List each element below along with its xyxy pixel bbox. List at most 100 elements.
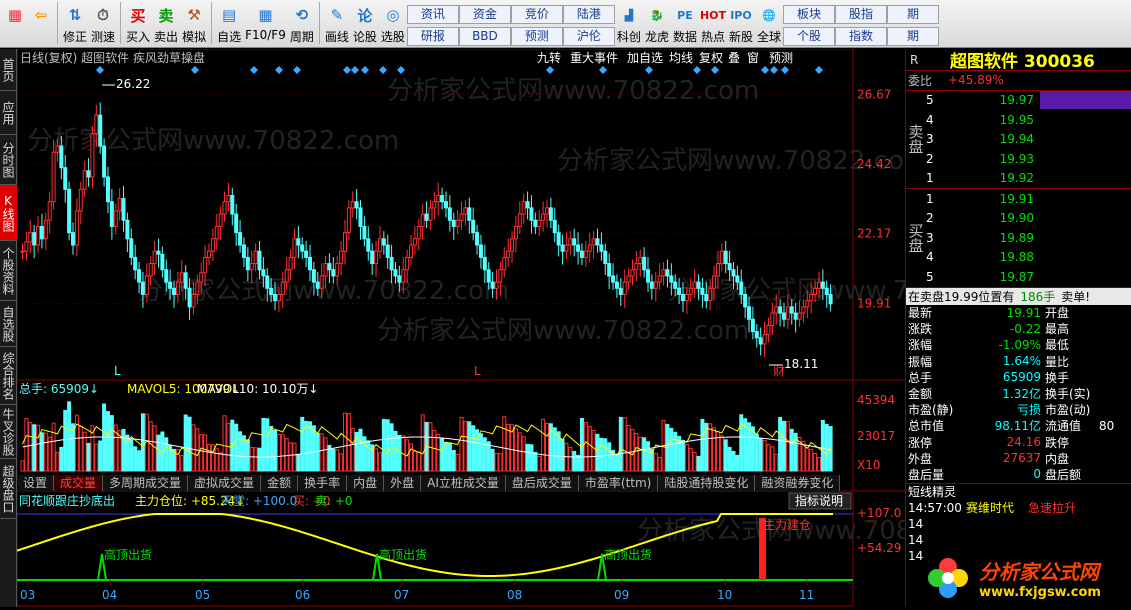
volume-bar: [805, 444, 810, 472]
sidebar-item-4[interactable]: 个股资料: [0, 241, 17, 301]
indicator-tab[interactable]: 外盘: [384, 475, 422, 491]
sidebar-item-6[interactable]: 综合排名: [0, 347, 17, 405]
volume-bar: [692, 451, 697, 472]
candle-body: [510, 238, 515, 252]
indicator-tab[interactable]: 市盈率(ttm): [578, 475, 659, 491]
candle-body: [366, 238, 371, 252]
small-button[interactable]: 研报: [406, 27, 459, 46]
toolbar-button-12[interactable]: ◎ 选股: [379, 2, 407, 46]
toolbar2-button-2[interactable]: PE 数据: [671, 2, 699, 46]
toolbar-button-8[interactable]: ▦ F10/F9: [243, 2, 288, 46]
site-logo: 分析家公式网 www.fxjgsw.com: [923, 548, 1131, 607]
sell-row[interactable]: 2 19.93: [926, 149, 1131, 169]
indicator-tab[interactable]: 多周期成交量: [103, 475, 189, 491]
sell-row[interactable]: 3 19.94: [926, 130, 1131, 150]
toolbar-button-3[interactable]: ⏱ 测速: [89, 2, 117, 46]
indicator-tab[interactable]: 金额: [261, 475, 299, 491]
small-button[interactable]: 沪伦: [562, 27, 615, 46]
volume-bar: [447, 442, 452, 472]
candle-body: [801, 306, 806, 314]
candle-body: [385, 244, 390, 258]
small-button[interactable]: 竞价: [510, 5, 563, 24]
indicator-tab[interactable]: 虚拟成交量: [188, 475, 262, 491]
small-button[interactable]: 期: [887, 5, 940, 24]
buy-row[interactable]: 4 19.88: [926, 248, 1131, 268]
volume-bar: [253, 447, 258, 472]
toolbar2-button-4[interactable]: IPO 新股: [727, 2, 755, 46]
sidebar-item-5[interactable]: 自选股: [0, 301, 17, 347]
stat-cell: 市盈(动): [1045, 403, 1091, 418]
event-row[interactable]: 14: [908, 516, 1131, 532]
indicator-tab[interactable]: 内盘: [347, 475, 385, 491]
sidebar-item-3[interactable]: K线图: [0, 185, 17, 241]
volume-bar: [304, 420, 309, 472]
toolbar-button-5[interactable]: 卖卖出: [152, 2, 180, 46]
vol-tick: X10: [857, 458, 881, 472]
toolbar-button-4[interactable]: 买买入: [124, 2, 152, 46]
small-button[interactable]: 板块: [783, 5, 836, 24]
indicator-tab[interactable]: 陆股通持股变化: [658, 475, 756, 491]
toolbar-button-7[interactable]: ▤ 自选: [215, 2, 243, 46]
period-icon: ⟲: [295, 6, 309, 24]
toolbar2-button-3[interactable]: HOT 热点: [699, 2, 727, 46]
indicator-tab[interactable]: 成交量: [54, 475, 104, 491]
indicator-tab[interactable]: AI立桩成交量: [421, 475, 506, 491]
candle-body: [381, 238, 386, 246]
buy-row[interactable]: 3 19.89: [926, 228, 1131, 248]
indicator-tab[interactable]: 换手率: [298, 475, 348, 491]
sell-row[interactable]: 1 19.92: [926, 169, 1131, 189]
stat-cell: 1.64%: [1002, 354, 1041, 369]
sidebar-item-8[interactable]: 超级盘口: [0, 459, 17, 519]
sell-row[interactable]: 4 19.95: [926, 110, 1131, 130]
small-button[interactable]: 资金: [458, 5, 511, 24]
toolbar-button-11[interactable]: 论论股: [351, 2, 379, 46]
vol-tick: 23017: [857, 429, 895, 443]
volume-bar: [129, 438, 134, 472]
sidebar-item-2[interactable]: 分时图: [0, 135, 17, 185]
small-button[interactable]: 个股: [783, 27, 836, 46]
toolbar-button-10[interactable]: ✎ 画线: [323, 2, 351, 46]
small-button[interactable]: 股指: [835, 5, 888, 24]
toolbar-button-2[interactable]: ⇅ 修正: [61, 2, 89, 46]
volume-bar: [339, 453, 344, 472]
candle-body: [117, 198, 122, 212]
small-button[interactable]: 指数: [835, 27, 888, 46]
candle-body: [102, 145, 107, 178]
sidebar-item-1[interactable]: 应用: [0, 91, 17, 135]
price: 19.95: [999, 112, 1034, 127]
sidebar-item-0[interactable]: 首页: [0, 49, 17, 91]
toolbar2-button-1[interactable]: 🐉 龙虎: [643, 2, 671, 46]
toolbar-button-1[interactable]: ⇦: [28, 2, 54, 46]
small-button[interactable]: 资讯: [406, 5, 459, 24]
toolbar-button-6[interactable]: ⚒ 模拟: [180, 2, 208, 46]
indicator-tab[interactable]: 盘后成交量: [505, 475, 579, 491]
volume-bar: [770, 446, 775, 472]
kline-chart[interactable]: 分析家公式网www.70822.com 分析家公式网www.70822.com 分析…: [16, 48, 1039, 610]
candle-body: [440, 195, 445, 203]
indicator-tab[interactable]: 融资融券变化: [755, 475, 841, 491]
small-button[interactable]: BBD: [458, 27, 511, 46]
stat-cell: 最低: [1045, 338, 1070, 353]
buy-row[interactable]: 5 19.87: [926, 267, 1131, 287]
toolbar-button-9[interactable]: ⟲ 周期: [288, 2, 316, 46]
volume-bar: [183, 414, 188, 472]
event-cell: 急速拉升: [1028, 501, 1077, 516]
sidebar-item-7[interactable]: 牛叉诊股: [0, 405, 17, 459]
candle-body: [789, 306, 794, 314]
toolbar-button-0[interactable]: ▦: [2, 2, 28, 46]
small-button[interactable]: 预测: [510, 27, 563, 46]
event-row[interactable]: 14:57:00 赛维时代 急速拉升: [908, 500, 1131, 516]
level: 5: [926, 93, 934, 108]
toolbar2-button-5[interactable]: 🌐 全球: [755, 2, 783, 46]
stat-cell: 外盘: [908, 451, 933, 466]
small-button[interactable]: 陆港: [562, 5, 615, 24]
indicator-tab[interactable]: 设置: [17, 475, 55, 491]
volume-bar: [32, 424, 37, 472]
sell-row[interactable]: 5 19.97: [926, 91, 1131, 111]
small-button[interactable]: 期: [887, 27, 940, 46]
toolbar2-button-0[interactable]: ▟ 科创: [615, 2, 643, 46]
event-row[interactable]: 14: [908, 532, 1131, 548]
buy-row[interactable]: 2 19.90: [926, 209, 1131, 229]
candle-body: [183, 272, 188, 289]
buy-row[interactable]: 1 19.91: [926, 189, 1131, 209]
